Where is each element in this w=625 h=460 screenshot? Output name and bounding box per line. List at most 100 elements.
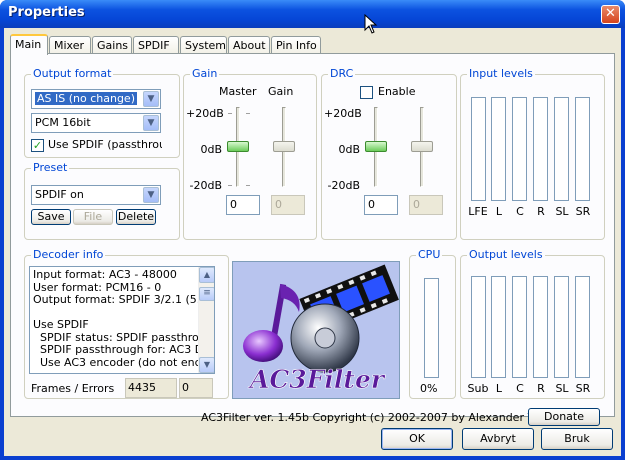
input-meter-sr — [575, 97, 590, 201]
use-spdif-checkbox[interactable]: ✓ — [31, 139, 44, 152]
decoder-line: Input format: AC3 - 48000 — [33, 269, 177, 281]
output-format-combo[interactable]: AS IS (no change) ▼ — [31, 89, 161, 109]
output-channel-sr: SR — [575, 382, 591, 395]
gain-tick-plus20: +20dB — [186, 107, 224, 120]
drc-enable-checkbox[interactable] — [360, 86, 373, 99]
logo-text: AC3Filter — [248, 365, 386, 394]
preset-group: Preset SPDIF on ▼ Save File Delete — [24, 161, 180, 240]
decoder-scrollbar[interactable]: ▲ ≡ ▼ — [198, 267, 214, 373]
output-meter-c — [512, 276, 527, 378]
tab-main[interactable]: Main — [10, 34, 48, 55]
input-levels-label: Input levels — [467, 67, 535, 80]
output-meter-r — [533, 276, 548, 378]
cpu-group: CPU 0% — [409, 248, 456, 399]
tab-mixer[interactable]: Mixer — [49, 36, 91, 54]
input-meter-c — [512, 97, 527, 201]
input-meter-r — [533, 97, 548, 201]
output-format-label: Output format — [31, 67, 114, 80]
sample-format-value: PCM 16bit — [35, 116, 91, 129]
scroll-thumb[interactable]: ≡ — [199, 287, 214, 301]
input-channel-lfe: LFE — [468, 205, 488, 218]
output-meter-sub — [471, 276, 486, 378]
drc-value2-input[interactable]: 0 — [409, 195, 443, 215]
apply-button[interactable]: Bruk — [541, 428, 613, 450]
output-channel-c: C — [516, 382, 524, 395]
gain-slider-thumb[interactable] — [273, 141, 295, 152]
gain-tick-0: 0dB — [200, 143, 222, 156]
tab-gains[interactable]: Gains — [92, 36, 132, 54]
delete-preset-button[interactable]: Delete — [116, 209, 156, 225]
output-meter-sl — [554, 276, 569, 378]
sample-format-combo[interactable]: PCM 16bit ▼ — [31, 113, 161, 133]
cpu-value: 0% — [420, 382, 438, 395]
close-button[interactable]: ✕ — [601, 5, 620, 24]
master-gain-input[interactable]: 0 — [226, 195, 260, 215]
drc-slider1-thumb[interactable] — [365, 141, 387, 152]
close-icon: ✕ — [605, 6, 616, 21]
output-levels-group: Output levels Sub L C R SL SR — [460, 248, 605, 399]
dialog-client: Main Mixer Gains SPDIF System About Pin … — [4, 28, 621, 456]
drc-tick-minus20: -20dB — [327, 179, 361, 192]
mouse-cursor-icon — [364, 14, 378, 34]
drc-tick-plus20: +20dB — [324, 107, 362, 120]
drc-value1-input[interactable]: 0 — [364, 195, 398, 215]
logo-graphic: AC3Filter — [233, 262, 399, 398]
title-bar[interactable]: Properties ✕ — [0, 0, 625, 28]
scroll-down-icon[interactable]: ▼ — [199, 357, 214, 373]
use-spdif-label: Use SPDIF (passthrougl — [48, 138, 162, 151]
gain-group: Gain Master Gain +20dB 0dB -20dB 0 0 — [183, 67, 317, 240]
output-meter-sr — [575, 276, 590, 378]
tab-pin-info[interactable]: Pin Info — [271, 36, 321, 54]
input-channel-l: L — [495, 205, 503, 218]
cpu-meter — [424, 278, 439, 378]
input-channel-sl: SL — [555, 205, 569, 218]
errors-count: 0 — [179, 378, 213, 398]
decoder-info-lines: Input format: AC3 - 48000 User format: PC… — [33, 269, 199, 369]
decoder-line: Use AC3 encoder (do not encod — [33, 355, 199, 369]
output-format-group: Output format AS IS (no change) ▼ PCM 16b… — [24, 67, 180, 158]
input-channel-r: R — [537, 205, 545, 218]
master-slider-thumb[interactable] — [227, 141, 249, 152]
output-format-value: AS IS (no change) — [35, 92, 137, 105]
preset-combo[interactable]: SPDIF on ▼ — [31, 185, 161, 205]
window-title: Properties — [8, 5, 85, 20]
copyright-text: AC3Filter ver. 1.45b Copyright (c) 2002-… — [201, 411, 577, 424]
gain-value-input[interactable]: 0 — [271, 195, 305, 215]
gain-col-label: Gain — [268, 85, 294, 98]
master-label: Master — [219, 85, 257, 98]
chevron-down-icon[interactable]: ▼ — [143, 187, 159, 203]
decoder-info-group: Decoder info Input format: AC3 - 48000 Us… — [24, 248, 229, 399]
output-channel-sl: SL — [555, 382, 569, 395]
input-channel-c: C — [516, 205, 524, 218]
chevron-down-icon[interactable]: ▼ — [143, 91, 159, 107]
drc-label: DRC — [328, 67, 356, 80]
donate-button[interactable]: Donate — [528, 408, 600, 426]
cancel-button[interactable]: Avbryt — [462, 428, 534, 450]
main-panel: Output format AS IS (no change) ▼ PCM 16b… — [10, 53, 615, 426]
decoder-info-label: Decoder info — [31, 248, 106, 261]
tab-spdif[interactable]: SPDIF — [133, 36, 179, 54]
output-channel-sub: Sub — [467, 382, 489, 395]
chevron-down-icon[interactable]: ▼ — [143, 115, 159, 131]
frames-errors-label: Frames / Errors — [31, 382, 115, 395]
tick — [246, 113, 250, 114]
ok-button[interactable]: OK — [381, 428, 453, 450]
drc-group: DRC Enable +20dB 0dB -20dB 0 0 — [321, 67, 457, 240]
drc-slider2-thumb[interactable] — [411, 141, 433, 152]
frames-count: 4435 — [125, 378, 177, 398]
input-meter-sl — [554, 97, 569, 201]
tick — [228, 113, 232, 114]
decoder-line: Output format: SPDIF 3/2.1 (5.1) 4 — [33, 293, 199, 306]
input-channel-sr: SR — [575, 205, 591, 218]
input-levels-group: Input levels LFE L C R SL SR — [460, 67, 605, 240]
file-preset-button[interactable]: File — [73, 209, 113, 225]
input-meter-l — [491, 97, 506, 201]
gain-tick-minus20: -20dB — [189, 179, 223, 192]
ac3filter-logo: AC3Filter — [232, 261, 400, 399]
tab-about[interactable]: About — [228, 36, 270, 54]
drc-tick-0: 0dB — [338, 143, 360, 156]
scroll-up-icon[interactable]: ▲ — [199, 267, 214, 283]
decoder-info-text[interactable]: Input format: AC3 - 48000 User format: PC… — [29, 266, 215, 374]
tab-system[interactable]: System — [180, 36, 227, 54]
save-preset-button[interactable]: Save — [31, 209, 71, 225]
